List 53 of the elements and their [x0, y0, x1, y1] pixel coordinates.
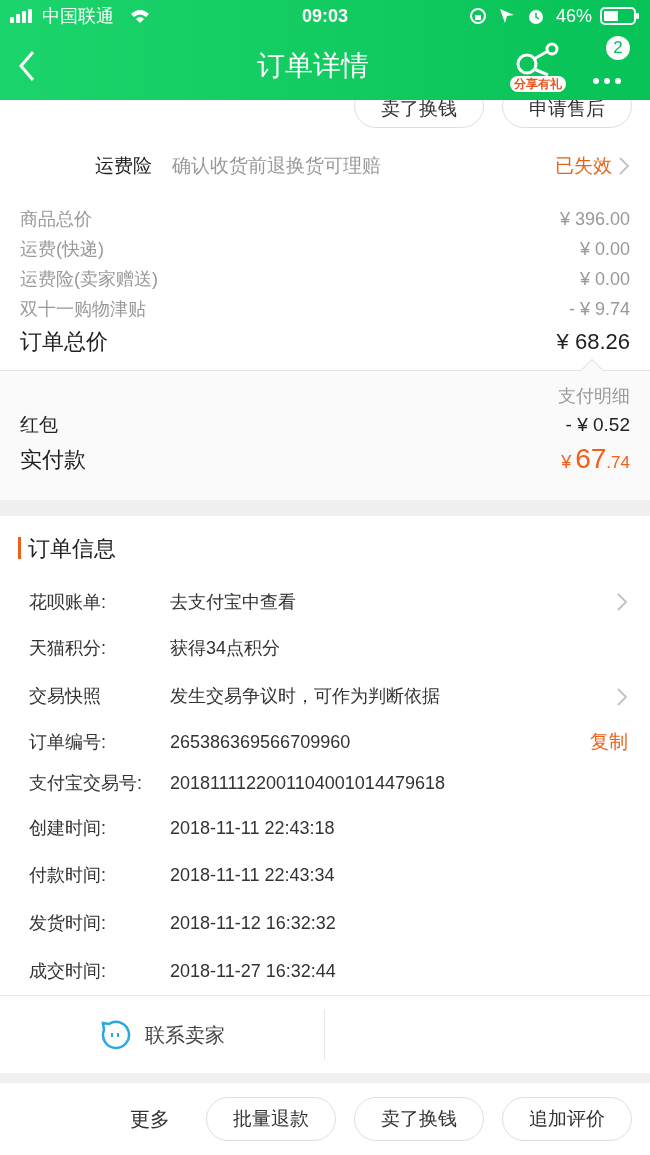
- more-icon: [593, 78, 621, 84]
- insurance-label: 运费险: [95, 153, 152, 178]
- contact-seller-button[interactable]: 联系卖家: [0, 1009, 325, 1060]
- price-label: 双十一购物津贴: [20, 297, 146, 321]
- price-value: ¥ 396.00: [559, 207, 630, 231]
- payment-value: - ¥ 0.52: [565, 412, 630, 437]
- message-count-badge: 2: [606, 36, 630, 60]
- status-time: 09:03: [300, 4, 349, 28]
- battery-icon: [600, 7, 640, 25]
- payment-label: 红包: [20, 412, 58, 437]
- carrier-name: 中国联通: [42, 4, 114, 28]
- back-icon: [18, 50, 36, 82]
- info-value: 2018-11-27 16:32:44: [170, 959, 337, 983]
- chevron-icon: [618, 156, 630, 176]
- section-title: 订单信息: [28, 534, 116, 563]
- info-label: 天猫积分:: [29, 637, 107, 660]
- price-value: - ¥ 9.74: [568, 297, 630, 321]
- paid-amount: ¥67.74: [561, 442, 630, 476]
- info-label: 订单编号:: [29, 730, 107, 754]
- info-label: 支付宝交易号:: [29, 771, 143, 795]
- price-label: 运费(快递): [20, 237, 104, 261]
- info-value: 去支付宝中查看: [170, 590, 297, 614]
- insurance-status: 已失效: [555, 153, 612, 178]
- info-label: 交易快照: [29, 685, 102, 708]
- info-value: 获得34点积分: [170, 637, 282, 660]
- share-button[interactable]: 分享有礼: [508, 36, 568, 96]
- chat-face-icon: [99, 1018, 131, 1051]
- info-value: 2018-11-11 22:43:18: [170, 816, 336, 840]
- info-value: 2018111122001104001014479618: [170, 771, 446, 795]
- price-value: ¥ 0.00: [579, 267, 630, 291]
- price-label: 商品总价: [20, 207, 92, 231]
- info-label: 花呗账单:: [29, 590, 107, 614]
- total-value: ¥ 68.26: [556, 327, 630, 356]
- wifi-icon: [130, 9, 150, 23]
- info-value: 2018-11-11 22:43:34: [170, 864, 336, 887]
- info-label: 成交时间:: [29, 959, 107, 983]
- price-value: ¥ 0.00: [579, 237, 630, 261]
- total-label: 订单总价: [20, 327, 108, 356]
- info-label: 发货时间:: [29, 911, 107, 935]
- paid-label: 实付款: [20, 445, 86, 474]
- share-badge: 分享有礼: [510, 76, 566, 92]
- info-value: 2018-11-12 16:32:32: [170, 911, 337, 935]
- info-label: 创建时间:: [29, 816, 107, 840]
- share-icon: [515, 42, 561, 76]
- price-label: 运费险(卖家赠送): [20, 267, 158, 291]
- info-value: 发生交易争议时，可作为判断依据: [170, 685, 441, 708]
- battery-percent: 46%: [555, 4, 592, 28]
- page-title: 订单详情: [256, 49, 370, 83]
- more-label: 更多: [130, 1107, 170, 1132]
- info-label: 付款时间:: [29, 864, 107, 887]
- insurance-description: 确认收货前退换货可理赔: [172, 153, 382, 178]
- accent-bar: [18, 537, 21, 559]
- info-value: 265386369566709960: [170, 730, 352, 754]
